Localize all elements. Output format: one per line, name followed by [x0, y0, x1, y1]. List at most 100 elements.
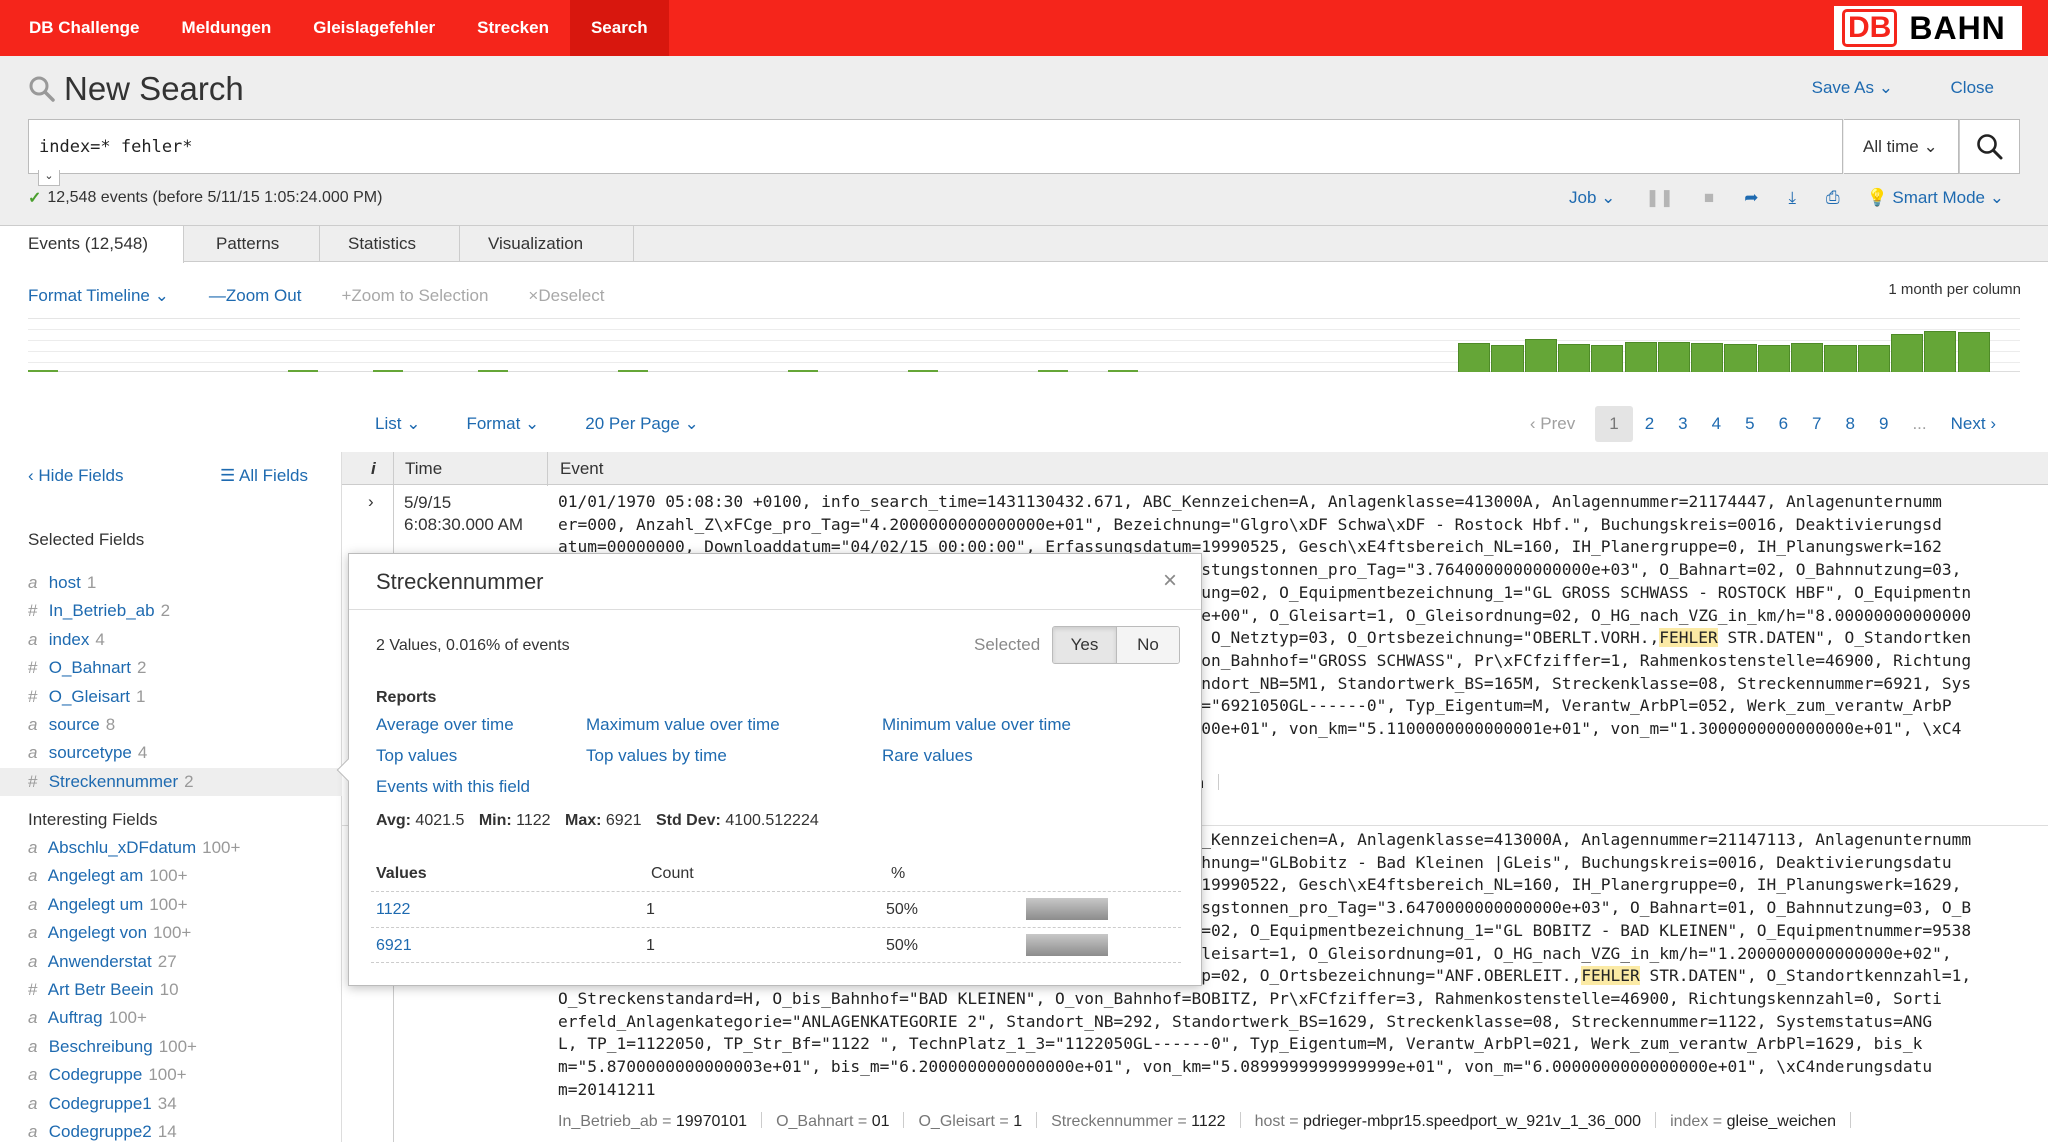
- page-7[interactable]: 7: [1800, 414, 1833, 434]
- event-field[interactable]: O_Bahnart = 01: [776, 1113, 889, 1130]
- field-item[interactable]: a index 4: [0, 626, 342, 654]
- next-page-button[interactable]: Next ›: [1939, 414, 2008, 434]
- event-timeline[interactable]: [28, 318, 2020, 372]
- per-page-menu[interactable]: 20 Per Page ⌄: [585, 414, 699, 434]
- field-item[interactable]: a Abschlu_xDFdatum 100+: [0, 834, 342, 862]
- report-average-over-time[interactable]: Average over time: [376, 715, 514, 735]
- report-events-with-field[interactable]: Events with this field: [376, 777, 530, 797]
- timeline-bar[interactable]: [1724, 344, 1757, 372]
- export-icon[interactable]: ⤓: [1788, 188, 1796, 208]
- search-mode-menu[interactable]: 💡 Smart Mode ⌄: [1867, 188, 2004, 208]
- tab-events[interactable]: Events (12,548): [0, 226, 184, 263]
- field-item[interactable]: # Streckennummer 2: [0, 767, 342, 796]
- page-5[interactable]: 5: [1733, 414, 1766, 434]
- field-item[interactable]: # O_Bahnart 2: [0, 654, 342, 682]
- share-icon[interactable]: ➦: [1744, 188, 1758, 208]
- timeline-bar[interactable]: [1924, 331, 1957, 372]
- timeline-bar[interactable]: [1458, 343, 1491, 372]
- expand-search-chevron-icon[interactable]: ⌄: [38, 170, 60, 186]
- timeline-bar[interactable]: [1791, 343, 1824, 372]
- field-item[interactable]: a sourcetype 4: [0, 739, 342, 767]
- field-item[interactable]: a Beschreibung 100+: [0, 1033, 342, 1061]
- event-field[interactable]: Streckennummer = 1122: [1051, 1113, 1225, 1130]
- nav-strecken[interactable]: Strecken: [456, 0, 570, 56]
- event-time[interactable]: 5/9/15 6:08:30.000 AM: [404, 492, 523, 536]
- field-item[interactable]: a Angelegt von 100+: [0, 919, 342, 947]
- field-item[interactable]: a Anwenderstat 27: [0, 948, 342, 976]
- timeline-bar[interactable]: [1857, 345, 1890, 372]
- event-field[interactable]: O_Gleisart = 1: [918, 1113, 1022, 1130]
- field-item[interactable]: a Codegruppe2 14: [0, 1118, 342, 1142]
- field-item[interactable]: a Angelegt um 100+: [0, 891, 342, 919]
- close-link[interactable]: Close: [1951, 78, 1994, 98]
- timeline-bar[interactable]: [1524, 339, 1557, 372]
- event-field[interactable]: host = pdrieger-mbpr15.speedport_w_921v_…: [1255, 1113, 1642, 1130]
- hide-fields-button[interactable]: ‹ Hide Fields: [28, 466, 123, 486]
- search-button[interactable]: [1959, 119, 2020, 174]
- print-icon[interactable]: ⎙: [1826, 188, 1840, 208]
- all-fields-button[interactable]: ☰ All Fields: [220, 466, 308, 486]
- search-input[interactable]: [29, 120, 1629, 173]
- field-item[interactable]: a source 8: [0, 711, 342, 739]
- time-range-picker[interactable]: All time ⌄: [1844, 119, 1959, 174]
- page-6[interactable]: 6: [1767, 414, 1800, 434]
- page-9[interactable]: 9: [1867, 414, 1900, 434]
- timeline-bar[interactable]: [1591, 345, 1624, 372]
- time-column-header[interactable]: Time: [405, 452, 442, 485]
- timeline-bar[interactable]: [1957, 332, 1990, 372]
- timeline-bar[interactable]: [1691, 343, 1724, 372]
- page-1[interactable]: 1: [1595, 406, 1633, 442]
- event-field[interactable]: index = gleise_weichen: [1670, 1113, 1836, 1130]
- report-rare-values[interactable]: Rare values: [882, 746, 973, 766]
- report-top-values[interactable]: Top values: [376, 746, 457, 766]
- field-item[interactable]: a Angelegt am 100+: [0, 862, 342, 890]
- format-menu[interactable]: Format ⌄: [466, 414, 539, 434]
- job-menu[interactable]: Job ⌄: [1569, 188, 1615, 208]
- field-item[interactable]: # O_Gleisart 1: [0, 683, 342, 711]
- field-item[interactable]: a host 1: [0, 569, 342, 597]
- tab-visualization[interactable]: Visualization: [460, 226, 634, 262]
- page-8[interactable]: 8: [1834, 414, 1867, 434]
- value-row[interactable]: 1122 1 50%: [371, 891, 1181, 927]
- zoom-to-selection-button[interactable]: +Zoom to Selection: [341, 286, 488, 306]
- event-column-header[interactable]: Event: [560, 452, 603, 485]
- expand-event-chevron-icon[interactable]: ›: [368, 492, 374, 512]
- deselect-button[interactable]: ×Deselect: [528, 286, 604, 306]
- report-minimum-over-time[interactable]: Minimum value over time: [882, 715, 1071, 735]
- tab-patterns[interactable]: Patterns: [184, 226, 320, 262]
- db-bahn-logo[interactable]: DB BAHN: [1834, 6, 2022, 50]
- zoom-out-button[interactable]: —Zoom Out: [209, 286, 302, 306]
- field-item[interactable]: # In_Betrieb_ab 2: [0, 597, 342, 625]
- search-term-highlight[interactable]: FEHLER: [1581, 966, 1640, 986]
- timeline-bar[interactable]: [1824, 345, 1857, 372]
- page-2[interactable]: 2: [1633, 414, 1666, 434]
- page-3[interactable]: 3: [1666, 414, 1699, 434]
- report-maximum-over-time[interactable]: Maximum value over time: [586, 715, 780, 735]
- selected-no-button[interactable]: No: [1116, 627, 1179, 663]
- page-4[interactable]: 4: [1700, 414, 1733, 434]
- event-field[interactable]: In_Betrieb_ab = 19970101: [558, 1113, 747, 1130]
- field-item[interactable]: a Codegruppe 100+: [0, 1061, 342, 1089]
- timeline-bar[interactable]: [1491, 345, 1524, 372]
- selected-yes-button[interactable]: Yes: [1053, 627, 1116, 663]
- list-view-menu[interactable]: List ⌄: [375, 414, 420, 434]
- field-item[interactable]: a Codegruppe1 34: [0, 1090, 342, 1118]
- nav-gleislagefehler[interactable]: Gleislagefehler: [292, 0, 456, 56]
- format-timeline-menu[interactable]: Format Timeline ⌄: [28, 286, 169, 306]
- timeline-bar[interactable]: [1890, 334, 1924, 372]
- stop-icon[interactable]: ■: [1704, 188, 1714, 208]
- value-link[interactable]: 6921: [376, 937, 412, 955]
- search-term-highlight[interactable]: FEHLER: [1659, 628, 1718, 648]
- prev-page-button[interactable]: ‹ Prev: [1518, 414, 1587, 434]
- field-item[interactable]: a Auftrag 100+: [0, 1004, 342, 1032]
- value-row[interactable]: 6921 1 50%: [371, 927, 1181, 963]
- save-as-menu[interactable]: Save As ⌄: [1812, 78, 1893, 98]
- close-icon[interactable]: ×: [1163, 567, 1177, 595]
- timeline-bar[interactable]: [1757, 345, 1790, 372]
- report-top-values-by-time[interactable]: Top values by time: [586, 746, 727, 766]
- timeline-bar[interactable]: [1657, 342, 1691, 372]
- timeline-bar[interactable]: [1624, 342, 1657, 372]
- tab-statistics[interactable]: Statistics: [320, 226, 460, 262]
- nav-meldungen[interactable]: Meldungen: [161, 0, 293, 56]
- nav-search[interactable]: Search: [569, 0, 669, 56]
